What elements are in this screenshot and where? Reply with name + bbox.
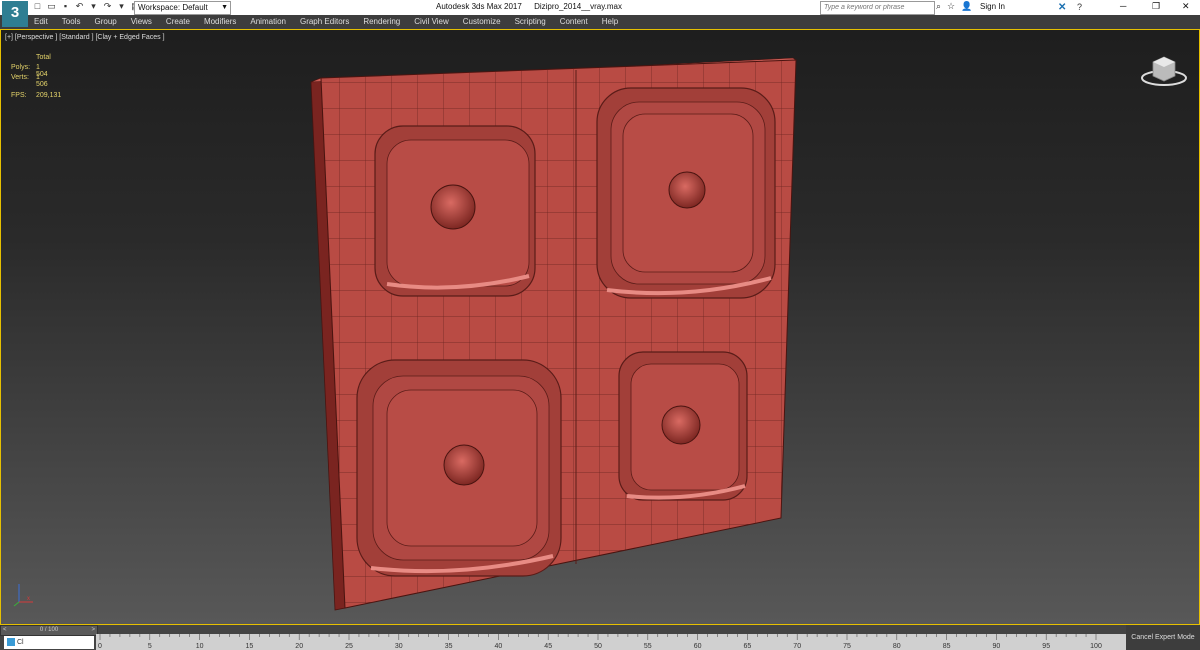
track-bar-ticks: 0 5 10 15 20 25 30 35 40 45 50 55 60 65 70 75 80 85 90 95 10… [98, 634, 1102, 650]
verts-label: Verts: [11, 74, 29, 81]
track-tick-label: 90 [993, 643, 1001, 650]
track-tick-label: 55 [644, 643, 652, 650]
track-tick-label: 40 [495, 643, 503, 650]
menu-content[interactable]: Content [560, 17, 588, 26]
maxscript-listener[interactable]: Cl [4, 636, 94, 649]
menu-edit[interactable]: Edit [34, 17, 48, 26]
track-tick-label: 80 [893, 643, 901, 650]
track-bar[interactable]: 0 5 10 15 20 25 30 35 40 45 50 55 60 65 70 75 80 85 90 95 10… [96, 634, 1126, 650]
perspective-viewport[interactable]: [+] [Perspective ] [Standard ] [Clay + E… [0, 29, 1200, 625]
track-tick-label: 100 [1090, 643, 1102, 650]
axis-tripod-icon: x [13, 584, 33, 607]
chevron-down-icon: ▼ [221, 4, 228, 11]
minimize-icon[interactable]: ─ [1120, 1, 1126, 11]
track-tick-label: 85 [943, 643, 951, 650]
track-tick-label: 60 [694, 643, 702, 650]
menu-tools[interactable]: Tools [62, 17, 81, 26]
track-tick-label: 20 [295, 643, 303, 650]
track-tick-label: 75 [843, 643, 851, 650]
top-icons: ⌕ ☆ 👤 [936, 1, 972, 12]
star-icon[interactable]: ☆ [947, 1, 955, 12]
menu-rendering[interactable]: Rendering [363, 17, 400, 26]
track-tick-label: 25 [345, 643, 353, 650]
sign-in-button[interactable]: Sign In [980, 2, 1005, 11]
polys-label: Polys: [11, 64, 31, 71]
verts-value: 1 506 [36, 74, 48, 88]
quick-access-toolbar: □ ▭ ▪ ↶ ▾ ↷ ▾ ▤ [32, 1, 141, 14]
track-tick-label: 65 [744, 643, 752, 650]
pad-bottom-left [356, 359, 562, 577]
track-tick-label: 35 [445, 643, 453, 650]
open-icon[interactable]: ▭ [46, 1, 57, 12]
menu-views[interactable]: Views [131, 17, 152, 26]
track-tick-label: 10 [196, 643, 204, 650]
track-tick-label: 15 [246, 643, 254, 650]
pad-top-right [596, 87, 776, 299]
menu-bar: Edit Tools Group Views Create Modifiers … [0, 15, 1200, 29]
app-title: Autodesk 3ds Max 2017 [436, 2, 522, 11]
time-slider-area: < 0 / 100 > Cl 0 5 10 15 20 25 30 35 40 45 50 55 60 6… [0, 625, 1200, 650]
menu-civil-view[interactable]: Civil View [414, 17, 449, 26]
track-tick-label: 30 [395, 643, 403, 650]
maxscript-icon [7, 638, 15, 647]
redo-dropdown-icon[interactable]: ▾ [116, 1, 127, 12]
fps-value: 209,131 [36, 92, 62, 99]
menu-customize[interactable]: Customize [463, 17, 501, 26]
file-name: Dizipro_2014__vray.max [534, 2, 622, 11]
track-tick-label: 0 [98, 643, 102, 650]
new-icon[interactable]: □ [32, 1, 43, 12]
menu-scripting[interactable]: Scripting [515, 17, 546, 26]
exchange-apps-icon[interactable]: ✕ [1058, 2, 1066, 13]
undo-dropdown-icon[interactable]: ▾ [88, 1, 99, 12]
menu-group[interactable]: Group [94, 17, 116, 26]
undo-icon[interactable]: ↶ [74, 1, 85, 12]
menu-animation[interactable]: Animation [250, 17, 286, 26]
cancel-expert-mode-button[interactable]: Cancel Expert Mode [1126, 625, 1200, 650]
workspace-select[interactable]: Workspace: Default ▼ [134, 1, 231, 15]
panel-model [310, 57, 797, 611]
viewcube-icon[interactable] [1139, 52, 1189, 88]
save-icon[interactable]: ▪ [60, 1, 71, 12]
menu-create[interactable]: Create [166, 17, 190, 26]
search-input[interactable] [824, 4, 928, 11]
frame-counter: 0 / 100 [39, 627, 59, 633]
close-icon[interactable]: ✕ [1182, 1, 1190, 12]
menu-modifiers[interactable]: Modifiers [204, 17, 236, 26]
next-frame-icon[interactable]: > [91, 626, 95, 635]
prev-frame-icon[interactable]: < [3, 626, 7, 635]
track-tick-label: 5 [148, 643, 152, 650]
workspace-label: Workspace: Default [138, 3, 208, 12]
search-box[interactable] [820, 1, 935, 15]
pad-bottom-right [618, 351, 748, 501]
track-tick-label: 45 [544, 643, 552, 650]
pad-top-left [374, 125, 536, 297]
viewport-label-menu[interactable]: [+] [Perspective ] [Standard ] [Clay + E… [5, 34, 165, 41]
title-bar: □ ▭ ▪ ↶ ▾ ↷ ▾ ▤ Workspace: Default ▼ Aut… [0, 0, 1200, 16]
track-tick-label: 50 [594, 643, 602, 650]
time-slider[interactable]: < 0 / 100 > [0, 625, 98, 636]
stats-header: Total [36, 54, 51, 61]
user-icon[interactable]: 👤 [961, 1, 972, 12]
restore-icon[interactable]: ❐ [1152, 1, 1160, 12]
binoculars-icon[interactable]: ⌕ [936, 1, 941, 12]
redo-icon[interactable]: ↷ [102, 1, 113, 12]
window-title: Autodesk 3ds Max 2017 Dizipro_2014__vray… [436, 2, 622, 11]
track-tick-label: 70 [793, 643, 801, 650]
fps-label: FPS: [11, 92, 27, 99]
menu-graph-editors[interactable]: Graph Editors [300, 17, 349, 26]
svg-text:x: x [27, 596, 30, 602]
help-icon[interactable]: ? [1077, 2, 1082, 12]
app-logo[interactable]: 3 [2, 1, 28, 27]
maxscript-text: Cl [17, 639, 24, 646]
menu-help[interactable]: Help [602, 17, 618, 26]
track-tick-label: 95 [1042, 643, 1050, 650]
